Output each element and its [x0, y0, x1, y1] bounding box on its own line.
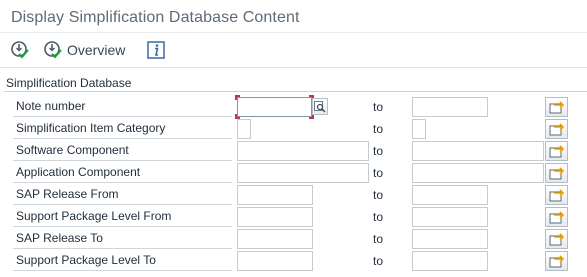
focus-corner — [235, 95, 240, 100]
sap-release-to-input[interactable] — [237, 229, 313, 249]
to-label: to — [373, 254, 384, 268]
multiple-selection-button[interactable] — [545, 163, 568, 183]
application-toolbar: Overview — [0, 37, 587, 63]
multiple-selection-icon — [549, 123, 564, 136]
execute-overview-icon — [44, 41, 62, 59]
page-title: Display Simplification Database Content — [11, 9, 300, 26]
field-label: Note number — [13, 97, 232, 117]
selection-row: SAP Release From to — [0, 185, 587, 207]
application-component-to-input[interactable] — [412, 163, 544, 183]
item-category-from-input[interactable] — [237, 119, 251, 139]
divider — [0, 32, 587, 33]
sp-level-to-to-input[interactable] — [412, 251, 488, 271]
sap-release-from-to-input[interactable] — [412, 185, 488, 205]
sap-release-to-to-input[interactable] — [412, 229, 488, 249]
to-label: to — [373, 144, 384, 158]
multiple-selection-icon — [549, 211, 564, 224]
multiple-selection-icon — [549, 189, 564, 202]
multiple-selection-icon — [549, 101, 564, 114]
multiple-selection-icon — [549, 145, 564, 158]
selection-row: Support Package Level From to — [0, 207, 587, 229]
execute-button[interactable] — [10, 40, 30, 60]
software-component-from-input[interactable] — [237, 141, 369, 161]
to-label: to — [373, 122, 384, 136]
application-component-from-input[interactable] — [237, 163, 369, 183]
field-label: Simplification Item Category — [13, 119, 232, 139]
note-number-from-input[interactable] — [235, 95, 314, 119]
field-label: Support Package Level To — [13, 251, 232, 271]
multiple-selection-button[interactable] — [545, 251, 568, 271]
sp-level-from-input[interactable] — [237, 207, 313, 227]
group-title: Simplification Database — [6, 76, 132, 90]
item-category-to-input[interactable] — [412, 119, 426, 139]
multiple-selection-icon — [549, 255, 564, 268]
field-label: Application Component — [13, 163, 232, 183]
multiple-selection-icon — [549, 167, 564, 180]
overview-button[interactable]: Overview — [43, 40, 125, 60]
multiple-selection-button[interactable] — [545, 141, 568, 161]
to-label: to — [373, 100, 384, 114]
selection-row: Support Package Level To to — [0, 251, 587, 273]
field-label: SAP Release From — [13, 185, 232, 205]
field-label: Software Component — [13, 141, 232, 161]
multiple-selection-button[interactable] — [545, 119, 568, 139]
note-number-to-input[interactable] — [412, 97, 488, 117]
group-divider — [4, 91, 587, 92]
to-label: to — [373, 232, 384, 246]
multiple-selection-icon — [549, 233, 564, 246]
multiple-selection-button[interactable] — [545, 97, 568, 117]
info-icon — [147, 41, 165, 59]
value-help-button[interactable] — [312, 98, 328, 115]
to-label: to — [373, 210, 384, 224]
multiple-selection-button[interactable] — [545, 207, 568, 227]
to-label: to — [373, 188, 384, 202]
sp-level-to-input[interactable] — [237, 251, 313, 271]
software-component-to-input[interactable] — [412, 141, 544, 161]
selection-row: Application Component to — [0, 163, 587, 185]
info-button[interactable] — [147, 40, 165, 60]
selection-row: Note number to — [0, 95, 587, 119]
value-help-icon — [314, 100, 326, 112]
execute-icon — [11, 41, 29, 59]
field-label: SAP Release To — [13, 229, 232, 249]
multiple-selection-button[interactable] — [545, 229, 568, 249]
selection-row: Software Component to — [0, 141, 587, 163]
to-label: to — [373, 166, 384, 180]
sp-level-from-to-input[interactable] — [412, 207, 488, 227]
field-label: Support Package Level From — [13, 207, 232, 227]
selection-row: SAP Release To to — [0, 229, 587, 251]
overview-label: Overview — [67, 42, 126, 58]
sap-release-from-input[interactable] — [237, 185, 313, 205]
divider — [0, 67, 587, 68]
selection-row: Simplification Item Category to — [0, 119, 587, 141]
multiple-selection-button[interactable] — [545, 185, 568, 205]
